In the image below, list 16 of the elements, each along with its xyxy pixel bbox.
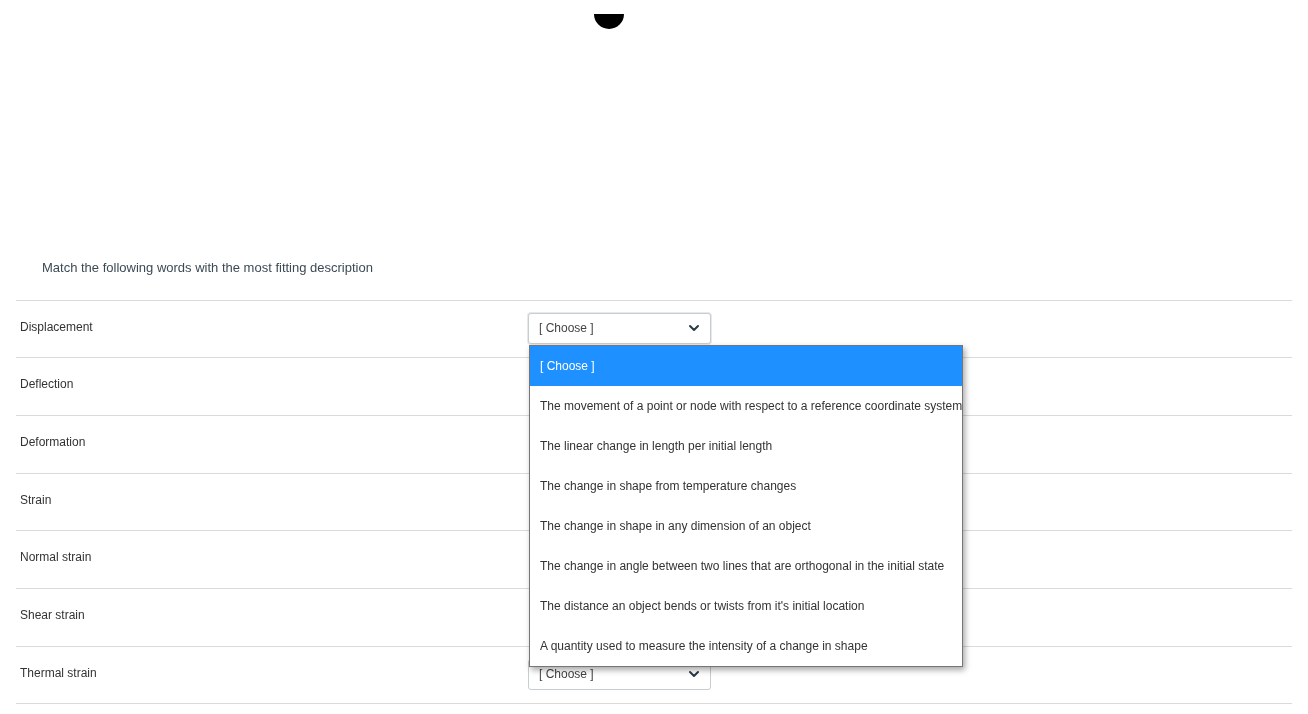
term-label: Shear strain xyxy=(20,607,85,622)
choose-dropdown[interactable]: [ Choose ] xyxy=(528,312,711,344)
option-item[interactable]: The change in shape from temperature changes xyxy=(530,465,962,506)
term-label: Normal strain xyxy=(20,550,92,565)
option-item[interactable]: The distance an object bends or twists from it's initial location xyxy=(530,585,962,626)
term-label: Strain xyxy=(20,492,52,507)
term-label: Deflection xyxy=(20,377,74,392)
option-item[interactable]: A quantity used to measure the intensity of a change in shape xyxy=(530,625,962,666)
term-label: Deformation xyxy=(20,434,86,449)
option-item[interactable]: The movement of a point or node with respect to a reference coordinate system xyxy=(530,385,962,426)
option-item[interactable]: The change in shape in any dimension of an object xyxy=(530,505,962,546)
term-label: Thermal strain xyxy=(20,665,97,680)
question-text: Match the following words with the most fitting description xyxy=(41,259,374,277)
option-item[interactable]: The change in angle between two lines that are orthogonal in the initial state xyxy=(530,545,962,586)
term-label: Displacement xyxy=(20,319,93,334)
option-item[interactable]: The linear change in length per initial length xyxy=(530,425,962,466)
